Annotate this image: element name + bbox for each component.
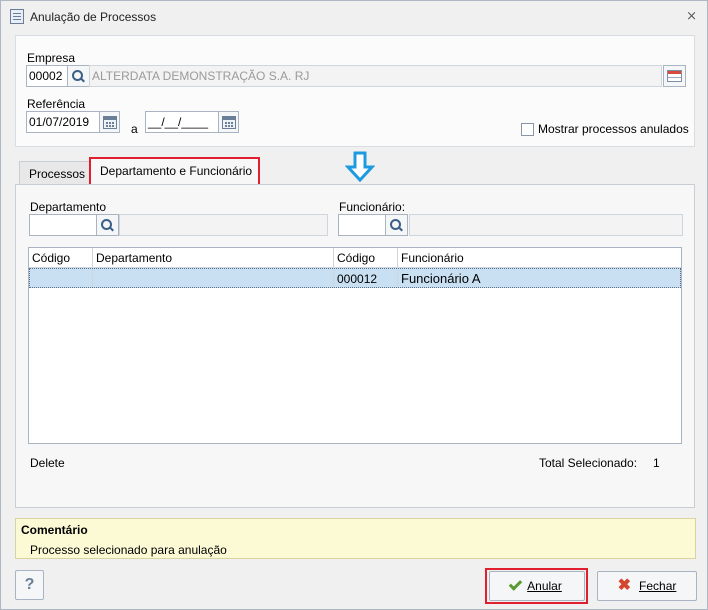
- window-title: Anulação de Processos: [30, 10, 157, 24]
- cell-dep-code: [30, 269, 93, 287]
- comment-title: Comentário: [21, 523, 88, 537]
- arrow-down-icon: [345, 151, 375, 183]
- funcionario-name-field: [409, 214, 683, 236]
- column-header-funcionario[interactable]: Funcionário: [398, 248, 681, 268]
- tab-departamento-funcionario[interactable]: Departamento e Funcionário: [90, 158, 259, 185]
- calendar-icon: [102, 115, 117, 129]
- x-icon: ✖: [617, 577, 632, 594]
- help-icon: ?: [24, 576, 35, 593]
- departamento-name-field: [119, 214, 328, 236]
- referencia-to-field[interactable]: __/__/____: [145, 111, 219, 133]
- fechar-button-label: Fechar: [639, 579, 677, 593]
- window-app-icon: [10, 9, 24, 24]
- referencia-label: Referência: [27, 97, 86, 111]
- search-icon: [101, 218, 114, 232]
- departamento-search-button[interactable]: [96, 214, 119, 236]
- title-bar: Anulação de Processos ⨯: [1, 1, 707, 31]
- funcionario-search-button[interactable]: [385, 214, 408, 236]
- funcionario-code-field[interactable]: [338, 214, 386, 236]
- close-icon[interactable]: ⨯: [686, 9, 697, 23]
- referencia-to-calendar-button[interactable]: [218, 111, 239, 133]
- comment-box: Comentário Processo selecionado para anu…: [15, 518, 696, 559]
- anular-button-label: Anular: [527, 579, 562, 593]
- cell-dep-name: [93, 269, 334, 287]
- column-header-codigo-funcionario[interactable]: Código: [334, 248, 398, 268]
- column-header-departamento[interactable]: Departamento: [93, 248, 334, 268]
- help-button[interactable]: ?: [15, 570, 44, 600]
- range-separator: a: [131, 122, 138, 136]
- selection-table: Código Departamento Código Funcionário 0…: [28, 247, 682, 444]
- empresa-search-button[interactable]: [67, 65, 90, 87]
- empresa-code-field[interactable]: 00002: [26, 65, 68, 87]
- total-selecionado-label: Total Selecionado:: [539, 456, 638, 470]
- mostrar-anulados-label[interactable]: Mostrar processos anulados: [538, 122, 689, 136]
- empresa-label: Empresa: [27, 51, 76, 65]
- mostrar-anulados-checkbox[interactable]: [521, 123, 534, 136]
- departamento-label: Departamento: [30, 200, 107, 214]
- table-row[interactable]: 000012 Funcionário A: [29, 268, 681, 288]
- cell-func-name: Funcionário A: [401, 271, 481, 286]
- column-header-codigo-departamento[interactable]: Código: [29, 248, 93, 268]
- funcionario-label: Funcionário:: [339, 200, 406, 214]
- check-icon: [508, 577, 523, 591]
- total-selecionado-value: 1: [653, 456, 660, 470]
- fechar-button[interactable]: ✖ Fechar: [597, 571, 697, 601]
- table-header: Código Departamento Código Funcionário: [29, 248, 681, 268]
- grid-icon: [667, 70, 682, 82]
- referencia-from-field[interactable]: 01/07/2019: [26, 111, 100, 133]
- departamento-code-field[interactable]: [29, 214, 97, 236]
- empresa-name-field: ALTERDATA DEMONSTRAÇÃO S.A. RJ: [89, 65, 662, 87]
- referencia-from-calendar-button[interactable]: [99, 111, 120, 133]
- anular-button[interactable]: Anular: [489, 571, 585, 601]
- main-window: Anulação de Processos ⨯ Empresa 00002 AL…: [0, 0, 708, 610]
- empresa-list-button[interactable]: [663, 65, 686, 87]
- calendar-icon: [221, 115, 236, 129]
- tab-processos[interactable]: Processos: [19, 161, 90, 185]
- delete-link[interactable]: Delete: [30, 456, 65, 470]
- comment-text: Processo selecionado para anulação: [30, 543, 227, 557]
- cell-func-code: 000012: [334, 269, 398, 287]
- search-icon: [72, 69, 85, 83]
- search-icon: [390, 218, 403, 232]
